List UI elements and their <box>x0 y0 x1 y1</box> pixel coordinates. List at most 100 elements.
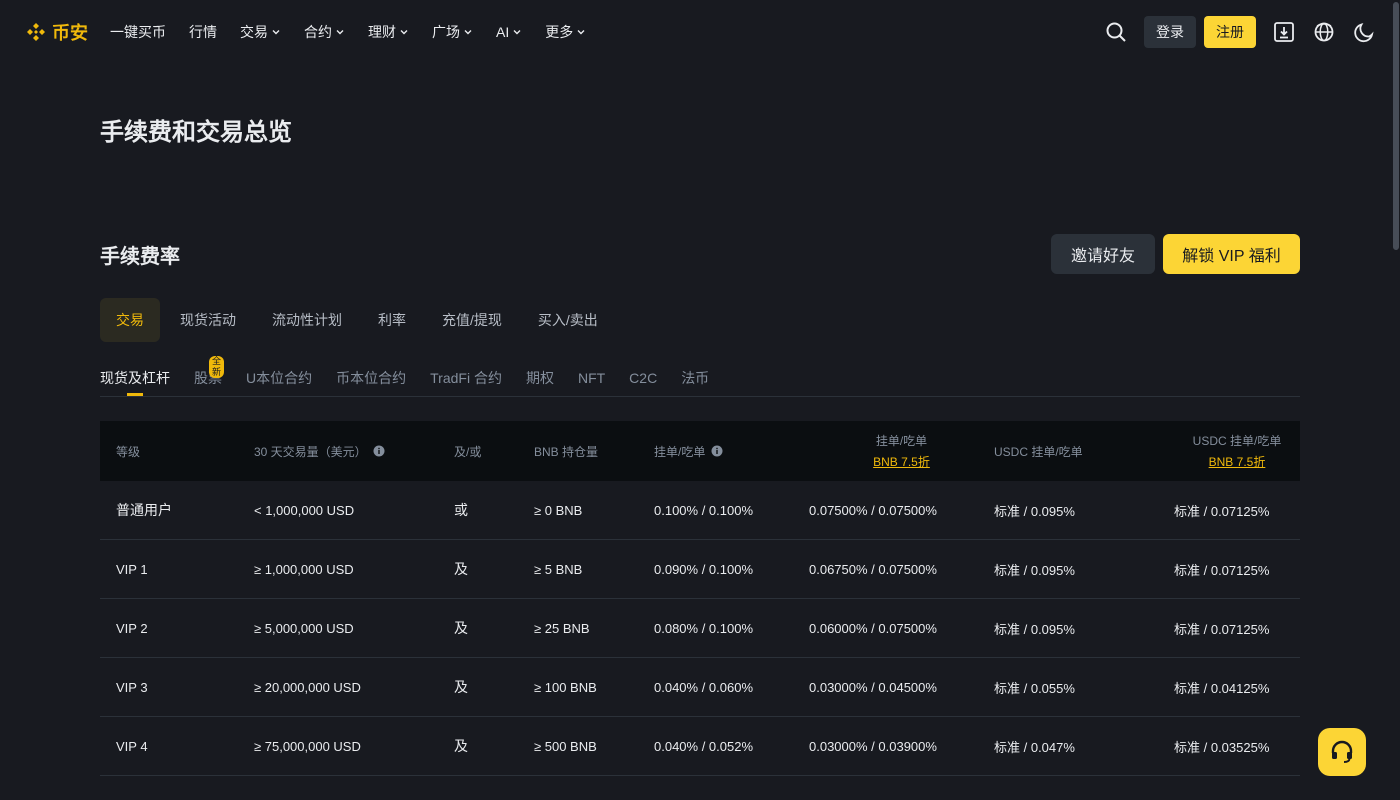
moon-icon[interactable] <box>1352 20 1376 44</box>
cell-usdc-bnb: 标准 / 0.03525% <box>1174 739 1270 755</box>
col-header-usdc: USDC 挂单/吃单 <box>994 444 1083 459</box>
nav-item-trade[interactable]: 交易 <box>240 22 281 42</box>
sub-tabs: 现货及杠杆 股票 全新 U本位合约 币本位合约 TradFi 合约 期权 NFT … <box>100 356 1300 397</box>
tab-liquidity-program[interactable]: 流动性计划 <box>256 298 358 342</box>
brand-logo[interactable]: 币安 <box>24 19 88 45</box>
cell-usdc-bnb: 标准 / 0.07125% <box>1174 621 1270 637</box>
cell-andor: 及 <box>454 620 468 636</box>
cell-level: VIP 3 <box>116 679 148 695</box>
nav-item-buy-crypto[interactable]: 一键买币 <box>110 22 166 42</box>
cell-level: VIP 2 <box>116 620 148 636</box>
main-tabs: 交易 现货活动 流动性计划 利率 充值/提现 买入/卖出 <box>100 298 618 342</box>
globe-icon[interactable] <box>1312 20 1336 44</box>
col-header-label: 挂单/吃单 <box>875 434 928 448</box>
header-actions: 登录 注册 <box>1104 0 1376 64</box>
subtab-stocks[interactable]: 股票 全新 <box>194 356 225 396</box>
cell-maker-taker: 0.040% / 0.060% <box>654 679 754 695</box>
unlock-vip-button[interactable]: 解锁 VIP 福利 <box>1163 234 1300 274</box>
cell-usdc-bnb: 标准 / 0.07125% <box>1174 503 1270 519</box>
col-header-bnb-maker-taker: 挂单/吃单 BNB 7.5折 <box>809 421 994 481</box>
cell-level: 普通用户 <box>116 502 172 518</box>
cell-bnb-maker-taker: 0.03000% / 0.03900% <box>809 738 937 754</box>
main-nav: 一键买币 行情 交易 合约 理财 广场 AI 更多 <box>110 22 609 42</box>
col-header-label: 30 天交易量（美元） <box>254 444 367 459</box>
fee-rate-table: 等级 30 天交易量（美元） 及/或 BNB 持仓量 挂单/吃单 挂单/吃单 B… <box>100 421 1300 776</box>
chevron-down-icon <box>464 30 472 35</box>
login-button[interactable]: 登录 <box>1144 16 1196 48</box>
subtab-fiat[interactable]: 法币 <box>681 360 709 396</box>
tab-interest-rate[interactable]: 利率 <box>362 298 422 342</box>
col-header-maker-taker: 挂单/吃单 <box>654 421 809 481</box>
subtab-label: NFT <box>577 370 606 386</box>
download-icon[interactable] <box>1272 20 1296 44</box>
subtab-tradfi-futures[interactable]: TradFi 合约 <box>430 360 502 396</box>
nav-item-markets[interactable]: 行情 <box>189 22 217 42</box>
col-header-label: USDC 挂单/吃单 <box>1192 434 1282 448</box>
nav-label: 行情 <box>189 24 217 40</box>
chevron-down-icon <box>400 30 408 35</box>
cell-level: VIP 4 <box>116 738 148 754</box>
col-header-label: 挂单/吃单 <box>654 444 706 459</box>
subtab-options[interactable]: 期权 <box>526 360 554 396</box>
table-header: 等级 30 天交易量（美元） 及/或 BNB 持仓量 挂单/吃单 挂单/吃单 B… <box>100 421 1300 481</box>
tab-trading[interactable]: 交易 <box>100 298 160 342</box>
info-icon[interactable] <box>711 445 723 457</box>
nav-item-square[interactable]: 广场 <box>432 22 473 42</box>
subtab-spot-margin[interactable]: 现货及杠杆 <box>100 360 170 396</box>
page-title: 手续费和交易总览 <box>100 119 292 146</box>
cell-usdc: 标准 / 0.095% <box>994 503 1075 519</box>
bnb-discount-link[interactable]: BNB 7.5折 <box>873 453 930 470</box>
cell-andor: 及 <box>454 738 468 754</box>
bnb-discount-link[interactable]: BNB 7.5折 <box>1209 453 1266 470</box>
page-scrollbar[interactable] <box>1392 0 1400 800</box>
nav-label: 交易 <box>240 24 268 40</box>
search-icon[interactable] <box>1104 20 1128 44</box>
cell-usdc: 标准 / 0.095% <box>994 562 1075 578</box>
cell-usdc-bnb: 标准 / 0.07125% <box>1174 562 1270 578</box>
tab-buy-sell[interactable]: 买入/卖出 <box>522 298 614 342</box>
tab-deposit-withdraw[interactable]: 充值/提现 <box>426 298 518 342</box>
cell-level: VIP 1 <box>116 561 148 577</box>
cell-bnb: ≥ 100 BNB <box>534 679 597 695</box>
col-header-volume: 30 天交易量（美元） <box>254 421 454 481</box>
cell-maker-taker: 0.080% / 0.100% <box>654 620 754 636</box>
nav-item-more[interactable]: 更多 <box>545 22 586 42</box>
subtab-c2c[interactable]: C2C <box>629 360 657 396</box>
nav-label: 理财 <box>368 24 396 40</box>
section-title-fee-rates: 手续费率 <box>100 246 180 268</box>
tab-spot-activities[interactable]: 现货活动 <box>164 298 252 342</box>
subtab-label: 期权 <box>525 370 554 386</box>
cell-volume: ≥ 20,000,000 USD <box>254 679 361 695</box>
nav-item-ai[interactable]: AI <box>496 24 522 40</box>
cell-bnb-maker-taker: 0.06000% / 0.07500% <box>809 620 937 636</box>
table-row: VIP 4 ≥ 75,000,000 USD 及 ≥ 500 BNB 0.040… <box>100 717 1300 776</box>
table-row: VIP 2 ≥ 5,000,000 USD 及 ≥ 25 BNB 0.080% … <box>100 599 1300 658</box>
subtab-usdm-futures[interactable]: U本位合约 <box>246 360 312 396</box>
table-row: VIP 1 ≥ 1,000,000 USD 及 ≥ 5 BNB 0.090% /… <box>100 540 1300 599</box>
subtab-label: TradFi 合约 <box>430 370 502 386</box>
cell-bnb: ≥ 5 BNB <box>534 561 583 577</box>
cell-maker-taker: 0.040% / 0.052% <box>654 738 754 754</box>
col-header-usdc-bnb: USDC 挂单/吃单 BNB 7.5折 <box>1174 421 1300 481</box>
binance-logo-icon <box>27 23 45 41</box>
cell-bnb: ≥ 0 BNB <box>534 502 583 518</box>
nav-label: 合约 <box>304 24 332 40</box>
subtab-nft[interactable]: NFT <box>578 360 605 396</box>
chevron-down-icon <box>336 30 344 35</box>
cell-bnb-maker-taker: 0.06750% / 0.07500% <box>809 561 937 577</box>
top-navbar: 币安 一键买币 行情 交易 合约 理财 广场 AI 更多 登录 注册 <box>0 0 1400 64</box>
subtab-coinm-futures[interactable]: 币本位合约 <box>336 360 406 396</box>
nav-item-futures[interactable]: 合约 <box>304 22 345 42</box>
cell-bnb-maker-taker: 0.03000% / 0.04500% <box>809 679 937 695</box>
scrollbar-thumb[interactable] <box>1393 2 1399 250</box>
info-icon[interactable] <box>373 445 385 457</box>
invite-friends-button[interactable]: 邀请好友 <box>1051 234 1155 274</box>
cell-bnb-maker-taker: 0.07500% / 0.07500% <box>809 502 937 518</box>
chevron-down-icon <box>272 30 280 35</box>
register-button[interactable]: 注册 <box>1204 16 1256 48</box>
customer-support-button[interactable] <box>1318 728 1366 776</box>
cell-maker-taker: 0.090% / 0.100% <box>654 561 754 577</box>
table-row: 普通用户 < 1,000,000 USD 或 ≥ 0 BNB 0.100% / … <box>100 481 1300 540</box>
headset-icon <box>1331 740 1353 763</box>
nav-item-earn[interactable]: 理财 <box>368 22 409 42</box>
